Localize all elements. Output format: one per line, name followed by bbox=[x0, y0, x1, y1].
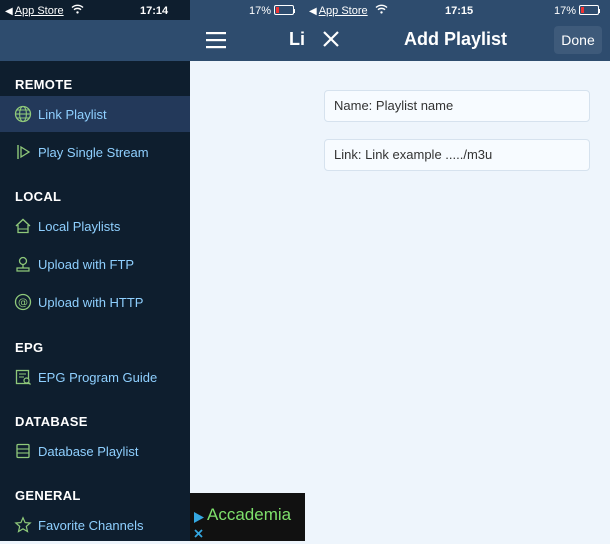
status-back-link-right[interactable]: ◀ App Store bbox=[309, 4, 388, 18]
sidebar-item-favorite-channels[interactable]: Favorite Channels bbox=[0, 507, 190, 543]
sidebar-item-play-single-stream[interactable]: Play Single Stream bbox=[0, 134, 190, 170]
ad-banner[interactable]: Accademia bbox=[190, 493, 305, 541]
status-back-app[interactable]: App Store bbox=[15, 5, 64, 17]
main-content-left bbox=[190, 61, 305, 541]
sidebar-item-label: Upload with FTP bbox=[38, 256, 135, 272]
section-remote: REMOTE bbox=[15, 77, 73, 92]
sidebar-item-link-playlist[interactable]: Link Playlist bbox=[0, 96, 190, 132]
close-icon[interactable] bbox=[322, 30, 340, 48]
sidebar-item-epg-guide[interactable]: EPG Program Guide bbox=[0, 359, 190, 395]
add-playlist-body bbox=[305, 61, 610, 541]
status-battery-right: 17% bbox=[554, 4, 601, 18]
status-time: 17:14 bbox=[140, 5, 169, 17]
sidebar-item-label: Upload with HTTP bbox=[38, 294, 144, 310]
section-epg: EPG bbox=[15, 340, 44, 355]
status-back-link[interactable]: ◀ App Store bbox=[5, 4, 84, 18]
home-icon bbox=[12, 215, 34, 237]
sidebar-item-database-playlist[interactable]: Database Playlist bbox=[0, 433, 190, 469]
done-button[interactable]: Done bbox=[554, 26, 602, 54]
battery-percent: 17% bbox=[249, 5, 272, 17]
page-title: Add Playlist bbox=[404, 29, 508, 49]
sidebar-item-upload-ftp[interactable]: Upload with FTP bbox=[0, 246, 190, 282]
status-back-app[interactable]: App Store bbox=[319, 5, 368, 17]
left-screen: ◀ App Store 17:14 17% Li REMOTE Link Play… bbox=[0, 0, 305, 541]
playlist-name-field[interactable]: Name: Playlist name bbox=[324, 90, 590, 122]
playlist-link-field[interactable]: Link: Link example ...../m3u bbox=[324, 139, 590, 171]
battery-icon bbox=[274, 5, 295, 15]
sidebar-item-local-playlists[interactable]: Local Playlists bbox=[0, 208, 190, 244]
sidebar-header bbox=[0, 20, 190, 61]
section-general: GENERAL bbox=[15, 488, 81, 503]
ad-text: Accademia bbox=[207, 505, 292, 524]
sidebar-item-upload-http[interactable]: @ Upload with HTTP bbox=[0, 284, 190, 320]
epg-guide-icon bbox=[12, 366, 34, 388]
ad-play-icon bbox=[192, 511, 205, 524]
wifi-icon bbox=[375, 4, 388, 17]
sidebar-item-label: Database Playlist bbox=[38, 443, 139, 459]
battery-icon bbox=[579, 5, 600, 15]
globe-icon bbox=[12, 103, 34, 125]
star-icon bbox=[12, 514, 34, 536]
database-icon bbox=[12, 440, 34, 462]
sidebar-item-label: EPG Program Guide bbox=[38, 369, 158, 385]
ad-close-icon[interactable] bbox=[193, 526, 204, 538]
chevron-left-icon: ◀ bbox=[5, 6, 13, 17]
svg-text:@: @ bbox=[18, 298, 28, 309]
sidebar-item-label: Local Playlists bbox=[38, 218, 121, 234]
section-local: LOCAL bbox=[15, 189, 62, 204]
http-at-icon: @ bbox=[12, 291, 34, 313]
sidebar-item-label: Play Single Stream bbox=[38, 144, 149, 160]
status-time-right: 17:15 bbox=[445, 5, 474, 17]
menu-icon[interactable] bbox=[206, 31, 226, 49]
section-database: DATABASE bbox=[15, 414, 88, 429]
play-stream-icon bbox=[12, 141, 34, 163]
sidebar-item-label: Link Playlist bbox=[38, 106, 107, 122]
header-title-partial: Li bbox=[289, 29, 305, 49]
status-battery: 17% bbox=[249, 4, 296, 18]
wifi-icon bbox=[71, 4, 84, 17]
battery-percent: 17% bbox=[554, 5, 577, 17]
sidebar-item-label: Favorite Channels bbox=[38, 517, 144, 533]
ftp-upload-icon bbox=[12, 253, 34, 275]
chevron-left-icon: ◀ bbox=[309, 6, 317, 17]
